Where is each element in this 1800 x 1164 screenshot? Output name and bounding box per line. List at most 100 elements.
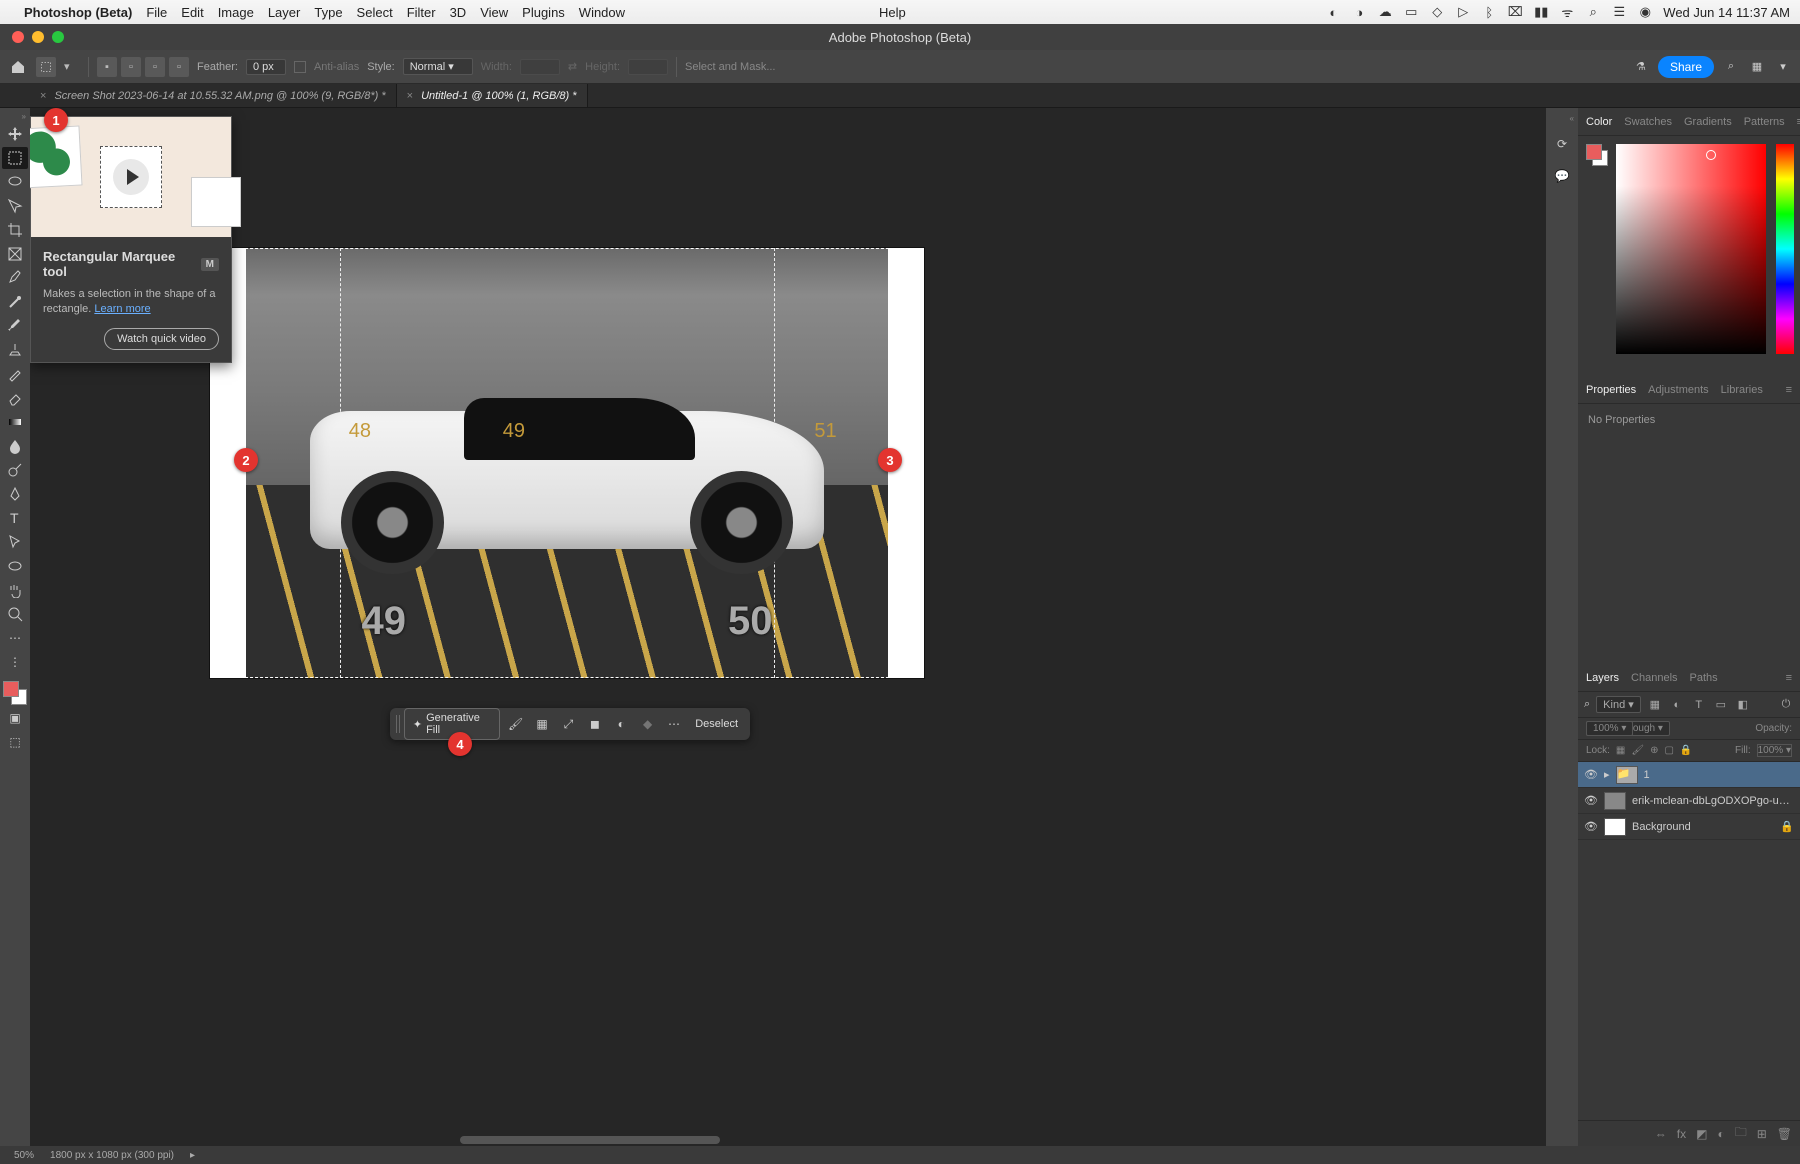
layer-row-image[interactable]: 👁 erik-mclean-dbLgODXOPgo-unsplash <box>1578 788 1800 814</box>
layer-row-group[interactable]: 👁 ▸ 📁 1 <box>1578 762 1800 788</box>
visibility-icon[interactable]: 👁 <box>1584 768 1598 781</box>
tab-properties[interactable]: Properties <box>1586 384 1636 396</box>
swap-wh-icon[interactable]: ⇄ <box>568 60 577 73</box>
color-picker-cursor-icon[interactable] <box>1706 150 1716 160</box>
selection-intersect-icon[interactable]: ▫ <box>169 57 189 77</box>
layer-fx-icon[interactable]: fx <box>1677 1127 1686 1141</box>
menu-select[interactable]: Select <box>357 5 393 20</box>
eyedropper-tool[interactable] <box>2 267 28 289</box>
status-bluetooth-icon[interactable]: ᛒ <box>1481 4 1497 20</box>
hue-slider[interactable] <box>1776 144 1794 354</box>
layer-name[interactable]: 1 <box>1644 769 1794 781</box>
feather-input[interactable] <box>246 59 286 75</box>
filter-adjust-icon[interactable]: ◐ <box>1669 697 1685 713</box>
more-tools[interactable]: ⋯ <box>2 627 28 649</box>
selection-subtract-icon[interactable]: ▫ <box>145 57 165 77</box>
statusbar-more-icon[interactable]: ▸ <box>190 1150 195 1161</box>
tab-channels[interactable]: Channels <box>1631 672 1677 684</box>
contextual-taskbar[interactable]: ✦ Generative Fill 🖌 ▦ ⤢ ◼ ◐ ◆ ⋯ Deselect <box>390 708 750 740</box>
menu-filter[interactable]: Filter <box>407 5 436 20</box>
expand-icon[interactable]: ▸ <box>1604 768 1610 781</box>
status-control-center-icon[interactable]: ☰ <box>1611 4 1627 20</box>
document-canvas[interactable]: 48 49 51 49 50 <box>210 248 924 678</box>
tool-preset-dropdown-icon[interactable]: ▾ <box>64 60 80 73</box>
color-saturation-box[interactable] <box>1616 144 1766 354</box>
visibility-icon[interactable]: 👁 <box>1584 820 1598 833</box>
search-icon[interactable]: ⌕ <box>1584 698 1590 711</box>
menu-view[interactable]: View <box>480 5 508 20</box>
color-swatch-pair[interactable] <box>1586 144 1608 166</box>
object-selection-tool[interactable] <box>2 195 28 217</box>
ctx-fill-icon[interactable]: ◆ <box>636 712 658 736</box>
path-selection-tool[interactable] <box>2 531 28 553</box>
ctx-brush-icon[interactable]: 🖌 <box>504 712 526 736</box>
screen-mode-icon[interactable]: ⬚ <box>2 731 28 753</box>
menu-file[interactable]: File <box>146 5 167 20</box>
collapse-chevron-icon[interactable]: » <box>22 112 30 121</box>
lasso-tool[interactable] <box>2 171 28 193</box>
layer-name[interactable]: Background <box>1632 821 1774 833</box>
ctx-select-subject-icon[interactable]: ▦ <box>531 712 553 736</box>
filter-type-icon[interactable]: T <box>1691 697 1707 713</box>
status-icon-2[interactable]: ◑ <box>1351 4 1367 20</box>
play-icon[interactable] <box>113 159 149 195</box>
tab-swatches[interactable]: Swatches <box>1624 116 1672 128</box>
tab-gradients[interactable]: Gradients <box>1684 116 1732 128</box>
layer-filter-kind[interactable]: Kind ▾ <box>1596 696 1641 713</box>
tab-paths[interactable]: Paths <box>1690 672 1718 684</box>
fill-input[interactable]: 100% ▾ <box>1757 744 1792 757</box>
foreground-color-swatch[interactable] <box>3 681 19 697</box>
shape-tool[interactable] <box>2 555 28 577</box>
healing-brush-tool[interactable] <box>2 291 28 313</box>
close-tab-icon[interactable]: × <box>407 90 413 102</box>
watch-video-button[interactable]: Watch quick video <box>104 328 219 350</box>
blur-tool[interactable] <box>2 435 28 457</box>
panel-menu-icon[interactable]: ≡ <box>1786 672 1792 684</box>
current-tool-preset[interactable] <box>36 57 56 77</box>
clone-stamp-tool[interactable] <box>2 339 28 361</box>
menu-window[interactable]: Window <box>579 5 625 20</box>
menu-3d[interactable]: 3D <box>450 5 467 20</box>
link-layers-icon[interactable]: ⇔ <box>1655 1127 1667 1141</box>
pen-tool[interactable] <box>2 483 28 505</box>
tab-libraries[interactable]: Libraries <box>1721 384 1763 396</box>
ctx-more-icon[interactable]: ⋯ <box>663 712 685 736</box>
zoom-level[interactable]: 50% <box>14 1150 34 1161</box>
comments-panel-icon[interactable]: 💬 <box>1549 165 1575 187</box>
visibility-icon[interactable]: 👁 <box>1584 794 1598 807</box>
home-icon[interactable] <box>8 57 28 77</box>
edit-toolbar[interactable]: ⋮ <box>2 651 28 673</box>
eraser-tool[interactable] <box>2 387 28 409</box>
menubar-datetime[interactable]: Wed Jun 14 11:37 AM <box>1663 5 1790 20</box>
layer-name[interactable]: erik-mclean-dbLgODXOPgo-unsplash <box>1632 795 1794 807</box>
collapse-chevron-icon[interactable]: « <box>1570 114 1578 123</box>
lock-transparent-icon[interactable]: ▦ <box>1616 745 1625 756</box>
status-search-icon[interactable]: ⌕ <box>1585 4 1601 20</box>
menu-edit[interactable]: Edit <box>181 5 203 20</box>
horizontal-scrollbar[interactable] <box>460 1136 720 1144</box>
menu-type[interactable]: Type <box>314 5 342 20</box>
history-panel-icon[interactable]: ⟳ <box>1549 133 1575 155</box>
history-brush-tool[interactable] <box>2 363 28 385</box>
antialias-checkbox[interactable] <box>294 61 306 73</box>
document-tab-2[interactable]: × Untitled-1 @ 100% (1, RGB/8) * <box>397 84 588 107</box>
move-tool[interactable] <box>2 123 28 145</box>
dodge-tool[interactable] <box>2 459 28 481</box>
tab-layers[interactable]: Layers <box>1586 672 1619 684</box>
status-cc-icon[interactable]: ☁ <box>1377 4 1393 20</box>
ctx-adjust-icon[interactable]: ◐ <box>610 712 632 736</box>
search-icon[interactable]: ⌕ <box>1722 58 1740 76</box>
minimize-window-button[interactable] <box>32 31 44 43</box>
selection-new-icon[interactable]: ▪ <box>97 57 117 77</box>
filter-smart-icon[interactable]: ◧ <box>1735 697 1751 713</box>
beaker-icon[interactable]: ⚗ <box>1632 58 1650 76</box>
tab-patterns[interactable]: Patterns <box>1744 116 1785 128</box>
close-tab-icon[interactable]: × <box>40 90 46 102</box>
zoom-tool[interactable] <box>2 603 28 625</box>
type-tool[interactable]: T <box>2 507 28 529</box>
lock-all-icon[interactable]: 🔒 <box>1680 745 1692 756</box>
status-battery-icon[interactable]: ▮▮ <box>1533 4 1549 20</box>
select-and-mask-button[interactable]: Select and Mask... <box>685 61 776 73</box>
tab-color[interactable]: Color <box>1586 116 1612 128</box>
ctx-transform-icon[interactable]: ⤢ <box>557 712 579 736</box>
